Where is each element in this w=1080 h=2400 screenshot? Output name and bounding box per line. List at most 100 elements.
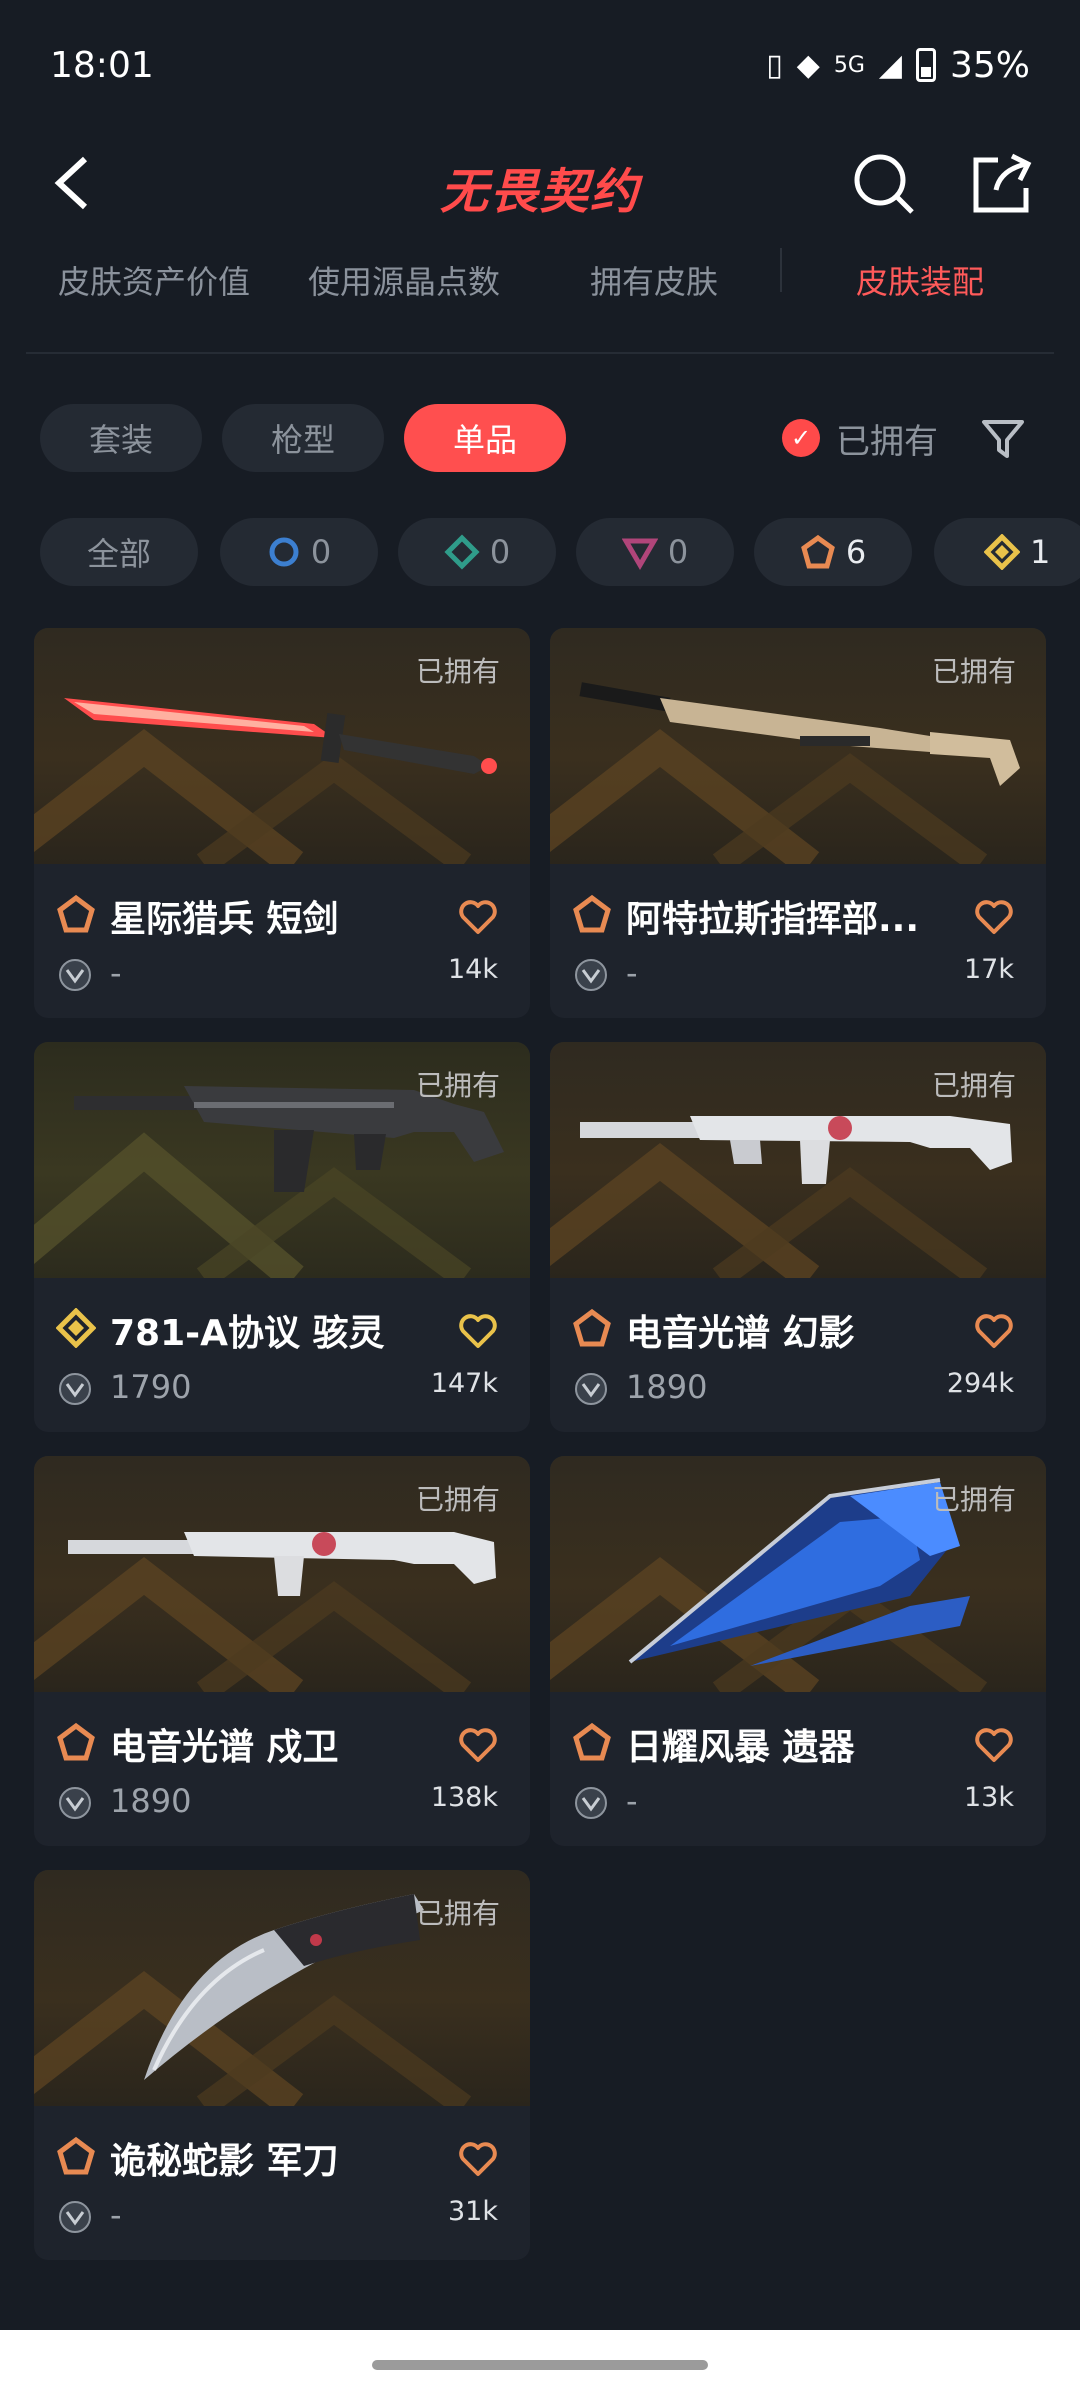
like-count: 147k — [430, 1368, 498, 1399]
skin-price: 1790 — [110, 1368, 192, 1406]
tab-skin-loadout[interactable]: 皮肤装配 — [856, 240, 984, 320]
system-navigation-bar — [0, 2330, 1080, 2400]
valorant-points-icon — [59, 1373, 91, 1405]
tier-all-label: 全部 — [86, 535, 151, 573]
filter-button[interactable] — [978, 414, 1028, 464]
tab-bar: 皮肤资产价值 使用源晶点数 拥有皮肤 皮肤装配 — [0, 240, 1080, 320]
tier-ultra-icon — [984, 534, 1020, 570]
skin-name: 781-A协议 骇灵 — [110, 1313, 385, 1354]
valorant-points-icon — [59, 959, 91, 991]
owned-tag: 已拥有 — [415, 1069, 500, 1102]
like-count: 138k — [430, 1782, 498, 1813]
tier-deluxe[interactable]: 0 — [398, 518, 556, 586]
tier-select[interactable]: 0 — [220, 518, 378, 586]
heart-icon[interactable] — [974, 1312, 1014, 1350]
tier-exclusive-icon — [573, 1722, 611, 1761]
tier-filter-row: 全部 0 0 0 6 1 — [0, 518, 1080, 588]
heart-icon[interactable] — [458, 898, 498, 936]
tier-exclusive-icon — [57, 894, 95, 933]
signal-icon: ◢ — [878, 47, 902, 83]
skin-card[interactable]: 已拥有 星际猎兵 短剑 - 14k — [34, 628, 530, 1018]
owned-tag: 已拥有 — [931, 1483, 1016, 1516]
skin-image: 已拥有 — [550, 1042, 1046, 1278]
heart-icon[interactable] — [458, 1726, 498, 1764]
tier-count: 0 — [667, 533, 689, 571]
skin-card[interactable]: 已拥有 电音光谱 幻影 1890 294k — [550, 1042, 1046, 1432]
like-count: 14k — [448, 954, 498, 985]
heart-icon[interactable] — [458, 2140, 498, 2178]
tier-exclusive-icon — [573, 1308, 611, 1347]
search-button[interactable] — [850, 150, 918, 218]
owned-tag: 已拥有 — [415, 1897, 500, 1930]
tier-exclusive[interactable]: 6 — [754, 518, 912, 586]
tier-all[interactable]: 全部 — [40, 518, 198, 586]
skin-price: - — [626, 954, 638, 992]
valorant-points-icon — [59, 1787, 91, 1819]
skin-image: 已拥有 — [34, 1456, 530, 1692]
tier-premium-icon — [621, 538, 658, 570]
filter-single-items[interactable]: 单品 — [404, 404, 566, 472]
skin-card[interactable]: 已拥有 诡秘蛇影 军刀 - 31k — [34, 1870, 530, 2260]
skin-image: 已拥有 — [34, 1042, 530, 1278]
home-gesture-handle[interactable] — [372, 2360, 708, 2370]
heart-icon[interactable] — [974, 1726, 1014, 1764]
share-icon — [973, 153, 1032, 213]
like-count: 294k — [946, 1368, 1014, 1399]
tab-owned-skins[interactable]: 拥有皮肤 — [590, 240, 718, 320]
tier-exclusive-icon — [57, 2136, 95, 2175]
status-time: 18:01 — [50, 44, 154, 86]
app-logo: 无畏契约 — [439, 164, 640, 220]
owned-tag: 已拥有 — [415, 655, 500, 688]
tier-select-icon — [269, 537, 299, 567]
tab-asset-value[interactable]: 皮肤资产价值 — [58, 240, 250, 320]
skin-price: 1890 — [626, 1368, 708, 1406]
tier-exclusive-icon — [57, 1722, 95, 1761]
tier-count: 6 — [845, 533, 867, 571]
skin-card[interactable]: 已拥有 日耀风暴 遗器 - 13k — [550, 1456, 1046, 1846]
like-count: 13k — [964, 1782, 1014, 1813]
skin-name: 日耀风暴 遗器 — [626, 1727, 855, 1768]
valorant-points-icon — [575, 959, 607, 991]
tier-ultra[interactable]: 1 — [934, 518, 1080, 586]
owned-tag: 已拥有 — [931, 1069, 1016, 1102]
skin-image: 已拥有 — [34, 1870, 530, 2106]
status-icons: ▯ ◆ 5G ◢ 35% — [766, 45, 1030, 86]
filter-icon — [982, 420, 1024, 458]
skin-card[interactable]: 已拥有 电音光谱 戍卫 1890 138k — [34, 1456, 530, 1846]
skin-image: 已拥有 — [34, 628, 530, 864]
heart-icon[interactable] — [974, 898, 1014, 936]
battery-icon — [915, 48, 936, 82]
type-filter-row: 套装 枪型 单品 ✓ 已拥有 — [0, 404, 1080, 474]
skin-price: - — [110, 2196, 122, 2234]
skin-card[interactable]: 已拥有 阿特拉斯指挥部... - 17k — [550, 628, 1046, 1018]
valorant-points-icon — [59, 2201, 91, 2233]
tier-premium[interactable]: 0 — [576, 518, 734, 586]
tier-exclusive-icon — [573, 894, 611, 933]
share-button[interactable] — [968, 150, 1036, 218]
tab-divider — [780, 248, 782, 292]
owned-toggle[interactable]: ✓ 已拥有 — [782, 404, 938, 472]
status-bar: 18:01 ▯ ◆ 5G ◢ 35% — [0, 0, 1080, 130]
heart-icon[interactable] — [458, 1312, 498, 1350]
tier-exclusive-icon — [800, 534, 835, 569]
skin-name: 诡秘蛇影 军刀 — [110, 2141, 339, 2182]
tier-ultra-icon — [56, 1308, 96, 1348]
tab-points-used[interactable]: 使用源晶点数 — [308, 240, 500, 320]
tier-count: 0 — [489, 533, 511, 571]
search-icon — [854, 154, 914, 214]
tier-count: 0 — [310, 533, 332, 571]
skin-price: - — [626, 1782, 638, 1820]
skin-image: 已拥有 — [550, 628, 1046, 864]
skin-name: 星际猎兵 短剑 — [110, 899, 339, 940]
owned-tag: 已拥有 — [415, 1483, 500, 1516]
skin-price: - — [110, 954, 122, 992]
filter-bundles[interactable]: 套装 — [40, 404, 202, 472]
filter-weapon-type[interactable]: 枪型 — [222, 404, 384, 472]
owned-tag: 已拥有 — [931, 655, 1016, 688]
skin-image: 已拥有 — [550, 1456, 1046, 1692]
top-bar: 无畏契约 — [0, 130, 1080, 240]
tier-count: 1 — [1030, 533, 1051, 571]
skin-price: 1890 — [110, 1782, 192, 1820]
skin-card[interactable]: 已拥有 781-A协议 骇灵 1790 147k — [34, 1042, 530, 1432]
diamond-icon: ◆ — [796, 47, 820, 83]
